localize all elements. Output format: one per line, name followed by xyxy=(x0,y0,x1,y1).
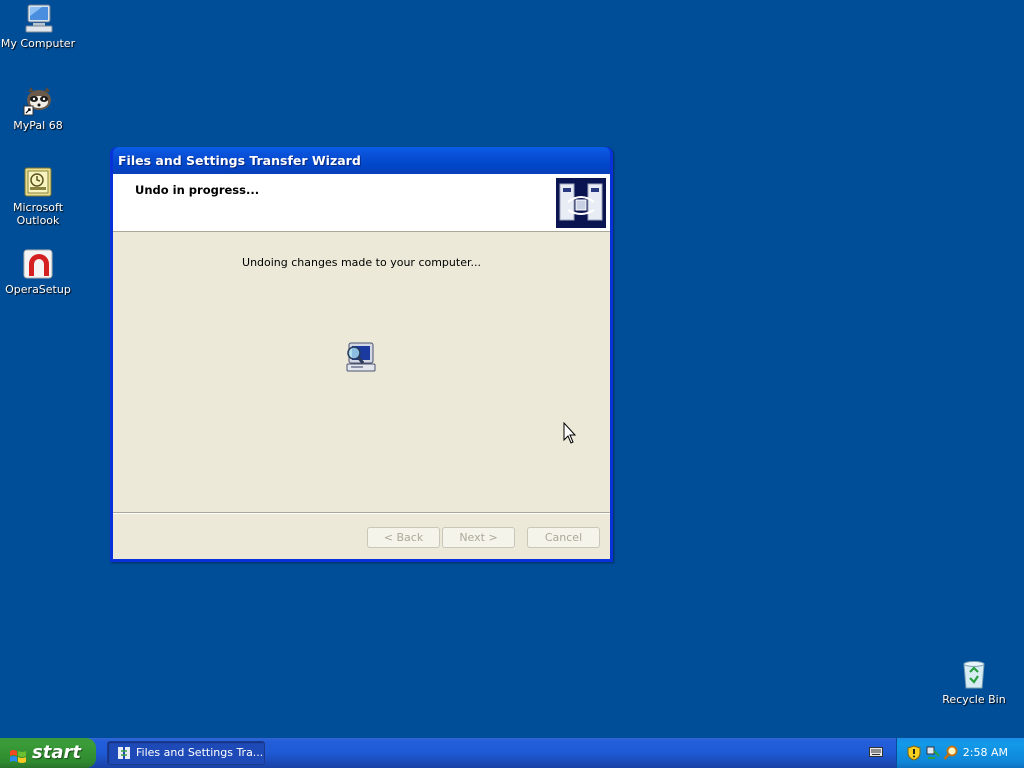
cancel-button[interactable]: Cancel xyxy=(527,527,600,548)
keyboard-icon[interactable] xyxy=(869,746,883,758)
network-icon[interactable] xyxy=(925,745,941,761)
window-title[interactable]: Files and Settings Transfer Wizard xyxy=(113,147,610,174)
taskbar: start Files and Settings Tra... 2:58 AM xyxy=(0,738,1024,768)
system-tray: 2:58 AM xyxy=(896,738,1024,768)
desktop-icon-label: OperaSetup xyxy=(5,283,71,296)
my-computer-icon xyxy=(22,2,54,34)
raccoon-icon xyxy=(22,84,54,116)
security-shield-icon[interactable] xyxy=(906,745,922,761)
computer-magnifier-icon xyxy=(344,340,378,374)
desktop-icon-label: MyPal 68 xyxy=(13,119,63,132)
desktop-icon-label: Recycle Bin xyxy=(942,693,1006,706)
next-button[interactable]: Next > xyxy=(442,527,515,548)
wizard-client-area: Undo in progress... Undoing changes made… xyxy=(113,174,610,559)
windows-flag-icon xyxy=(9,745,27,763)
transfer-wizard-logo-icon xyxy=(556,178,606,228)
wizard-header-title: Undo in progress... xyxy=(135,183,260,197)
wizard-task-icon xyxy=(117,746,131,760)
mouse-cursor-icon xyxy=(563,421,579,446)
desktop-icon-outlook[interactable]: Microsoft Outlook xyxy=(0,166,76,227)
back-button[interactable]: < Back xyxy=(367,527,440,548)
taskbar-item-wizard[interactable]: Files and Settings Tra... xyxy=(107,741,265,765)
clock[interactable]: 2:58 AM xyxy=(963,738,1008,768)
desktop-icon-my-computer[interactable]: My Computer xyxy=(0,2,76,50)
desktop-icon-label: Microsoft Outlook xyxy=(12,201,64,227)
status-text: Undoing changes made to your computer... xyxy=(242,256,481,269)
wizard-window[interactable]: Files and Settings Transfer Wizard Undo … xyxy=(110,147,613,562)
taskbar-item-label: Files and Settings Tra... xyxy=(136,746,264,759)
recycle-bin-icon xyxy=(958,658,990,690)
desktop-icon-recycle-bin[interactable]: Recycle Bin xyxy=(936,658,1012,706)
start-button[interactable]: start xyxy=(0,738,96,768)
wizard-header: Undo in progress... xyxy=(113,174,610,232)
desktop-icon-label: My Computer xyxy=(0,37,76,50)
start-label: start xyxy=(32,742,81,763)
opera-setup-icon xyxy=(22,248,54,280)
desktop-icon-mypal[interactable]: MyPal 68 xyxy=(0,84,76,132)
outlook-icon xyxy=(22,166,54,198)
desktop-icon-operasetup[interactable]: OperaSetup xyxy=(0,248,76,296)
search-icon[interactable] xyxy=(943,745,959,761)
button-separator xyxy=(113,512,610,514)
